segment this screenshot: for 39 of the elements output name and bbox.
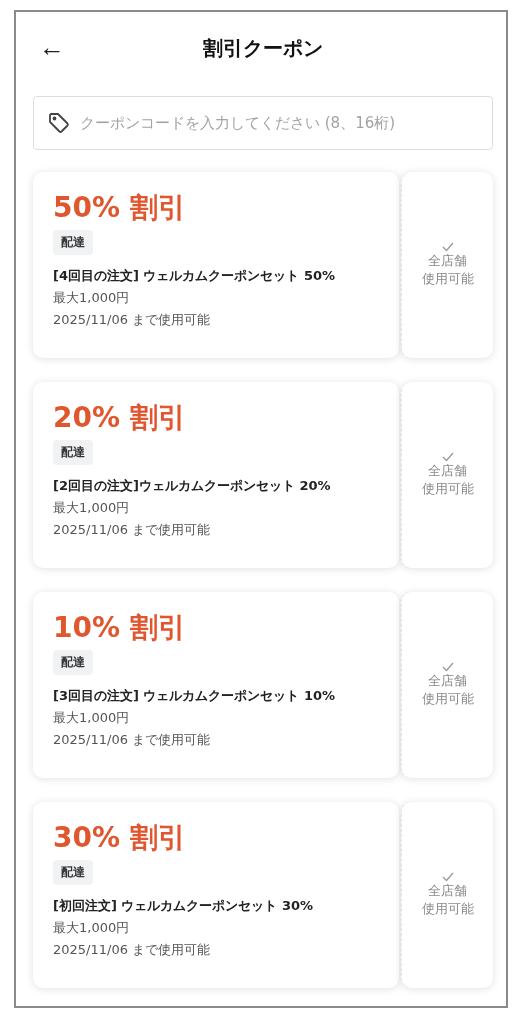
coupon-name: [2回目の注文]ウェルカムクーポンセット 20%	[53, 477, 331, 495]
delivery-tag: 配達	[53, 650, 93, 675]
store-scope-text: 全店舗	[428, 462, 467, 480]
expiry-date: 2025/11/06 まで使用可能	[53, 731, 211, 749]
coupon-card[interactable]: 30% 割引 配達 [初回注文] ウェルカムクーポンセット 30% 最大1,000円 2025/11/06 まで使用可能	[33, 802, 399, 988]
check-icon	[441, 452, 454, 462]
store-scope-text: 使用可能	[421, 480, 474, 498]
max-amount: 最大1,000円	[53, 709, 130, 727]
discount-text: 20% 割引	[53, 400, 186, 436]
store-scope-text: 全店舗	[428, 252, 467, 270]
coupon-code-field[interactable]: クーポンコードを入力してください (8、16桁)	[33, 96, 493, 150]
check-icon	[441, 242, 454, 252]
check-icon	[441, 662, 454, 672]
delivery-tag: 配達	[53, 440, 93, 465]
store-scope-text: 全店舗	[428, 882, 467, 900]
delivery-tag: 配達	[53, 230, 93, 255]
coupon-card[interactable]: 20% 割引 配達 [2回目の注文]ウェルカムクーポンセット 20% 最大1,000円 2025/11/06 まで使用可能	[33, 382, 399, 568]
discount-text: 30% 割引	[53, 820, 186, 856]
coupon-card[interactable]: 50% 割引 配達 [4回目の注文] ウェルカムクーポンセット 50% 最大1,000円 2025/11/06 まで使用可能	[33, 172, 399, 358]
max-amount: 最大1,000円	[53, 499, 130, 517]
back-button[interactable]: ←	[39, 32, 65, 62]
expiry-date: 2025/11/06 まで使用可能	[53, 521, 211, 539]
store-scope-text: 全店舗	[428, 672, 467, 690]
expiry-date: 2025/11/06 まで使用可能	[53, 941, 211, 959]
delivery-tag: 配達	[53, 860, 93, 885]
expiry-date: 2025/11/06 まで使用可能	[53, 311, 211, 329]
coupon-name: [初回注文] ウェルカムクーポンセット 30%	[53, 897, 314, 915]
coupon-name: [4回目の注文] ウェルカムクーポンセット 50%	[53, 267, 336, 285]
coupon-card[interactable]: 10% 割引 配達 [3回目の注文] ウェルカムクーポンセット 10% 最大1,000円 2025/11/06 まで使用可能	[33, 592, 399, 778]
check-icon	[441, 872, 454, 882]
coupon-name: [3回目の注文] ウェルカムクーポンセット 10%	[53, 687, 336, 705]
store-scope-text: 使用可能	[421, 690, 474, 708]
store-scope-text: 使用可能	[421, 900, 474, 918]
max-amount: 最大1,000円	[53, 289, 130, 307]
discount-text: 50% 割引	[53, 190, 186, 226]
max-amount: 最大1,000円	[53, 919, 130, 937]
discount-text: 10% 割引	[53, 610, 186, 646]
page-title: 割引クーポン	[203, 34, 323, 62]
store-scope-text: 使用可能	[421, 270, 474, 288]
